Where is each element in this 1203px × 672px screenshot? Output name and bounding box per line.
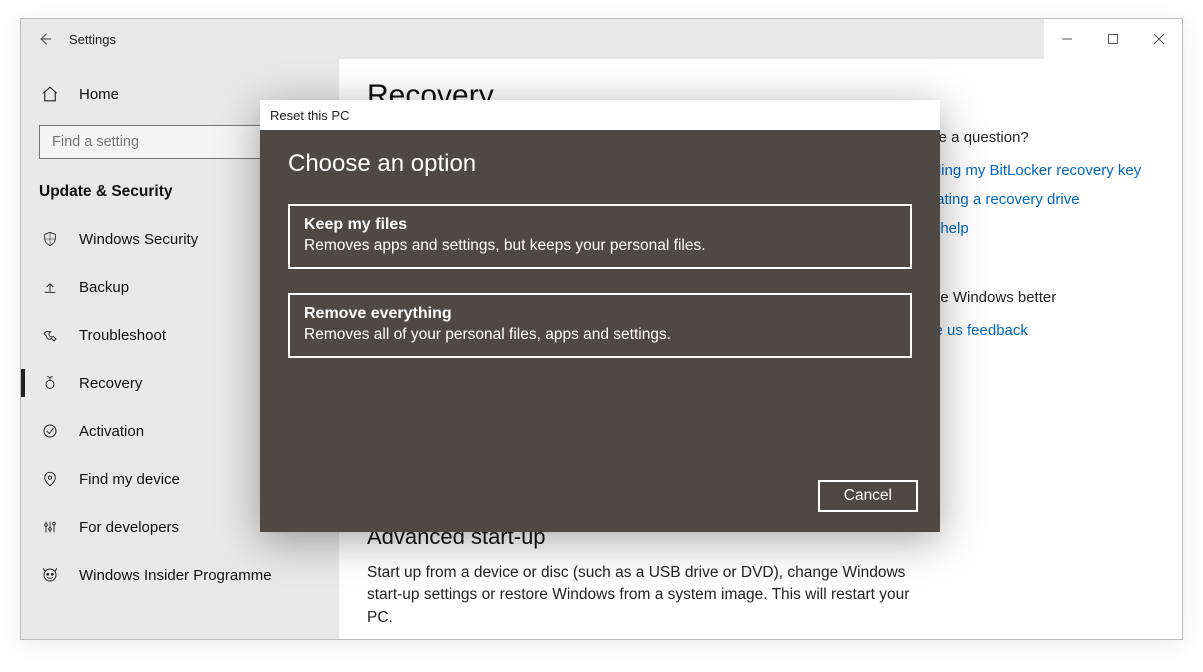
make-better-title: Make Windows better	[912, 289, 1142, 306]
reset-pc-dialog: Reset this PC Choose an option Keep my f…	[260, 100, 940, 532]
sidebar-home-label: Home	[79, 86, 119, 103]
sidebar-item-label: Windows Insider Programme	[79, 567, 272, 584]
close-button[interactable]	[1136, 19, 1182, 59]
option-title: Remove everything	[304, 305, 896, 323]
backup-icon	[39, 279, 61, 295]
option-desc: Removes all of your personal files, apps…	[304, 326, 896, 344]
app-title: Settings	[69, 32, 116, 47]
wrench-icon	[39, 327, 61, 343]
help-link-get-help[interactable]: Get help	[912, 220, 1142, 237]
home-icon	[39, 85, 61, 103]
sidebar-item-label: Windows Security	[79, 231, 198, 248]
location-icon	[39, 471, 61, 487]
sidebar-item-label: Find my device	[79, 471, 180, 488]
sidebar-item-label: Recovery	[79, 375, 142, 392]
advanced-startup-section: Advanced start-up Start up from a device…	[367, 524, 927, 629]
recovery-icon	[39, 375, 61, 391]
option-desc: Removes apps and settings, but keeps you…	[304, 237, 896, 255]
check-circle-icon	[39, 423, 61, 439]
minimize-button[interactable]	[1044, 19, 1090, 59]
sidebar-item-label: Troubleshoot	[79, 327, 166, 344]
dialog-body: Choose an option Keep my files Removes a…	[260, 130, 940, 532]
help-column: Have a question? Finding my BitLocker re…	[912, 129, 1142, 351]
option-keep-my-files[interactable]: Keep my files Removes apps and settings,…	[288, 204, 912, 269]
back-button[interactable]	[21, 19, 69, 59]
shield-icon	[39, 231, 61, 247]
help-link-bitlocker[interactable]: Finding my BitLocker recovery key	[912, 162, 1142, 179]
feedback-link[interactable]: Give us feedback	[912, 322, 1142, 339]
cancel-button[interactable]: Cancel	[818, 480, 918, 512]
maximize-button[interactable]	[1090, 19, 1136, 59]
sidebar-item-label: Backup	[79, 279, 129, 296]
insider-icon	[39, 566, 61, 584]
sidebar-item-label: For developers	[79, 519, 179, 536]
dialog-heading: Choose an option	[288, 150, 912, 178]
option-remove-everything[interactable]: Remove everything Removes all of your pe…	[288, 293, 912, 358]
help-link-recovery-drive[interactable]: Creating a recovery drive	[912, 191, 1142, 208]
sliders-icon	[39, 519, 61, 535]
option-title: Keep my files	[304, 216, 896, 234]
dialog-title: Reset this PC	[260, 100, 940, 130]
advanced-startup-body: Start up from a device or disc (such as …	[367, 562, 927, 629]
sidebar-item-insider[interactable]: Windows Insider Programme	[21, 551, 339, 599]
sidebar-item-label: Activation	[79, 423, 144, 440]
help-question-title: Have a question?	[912, 129, 1142, 146]
titlebar: Settings	[21, 19, 1182, 59]
